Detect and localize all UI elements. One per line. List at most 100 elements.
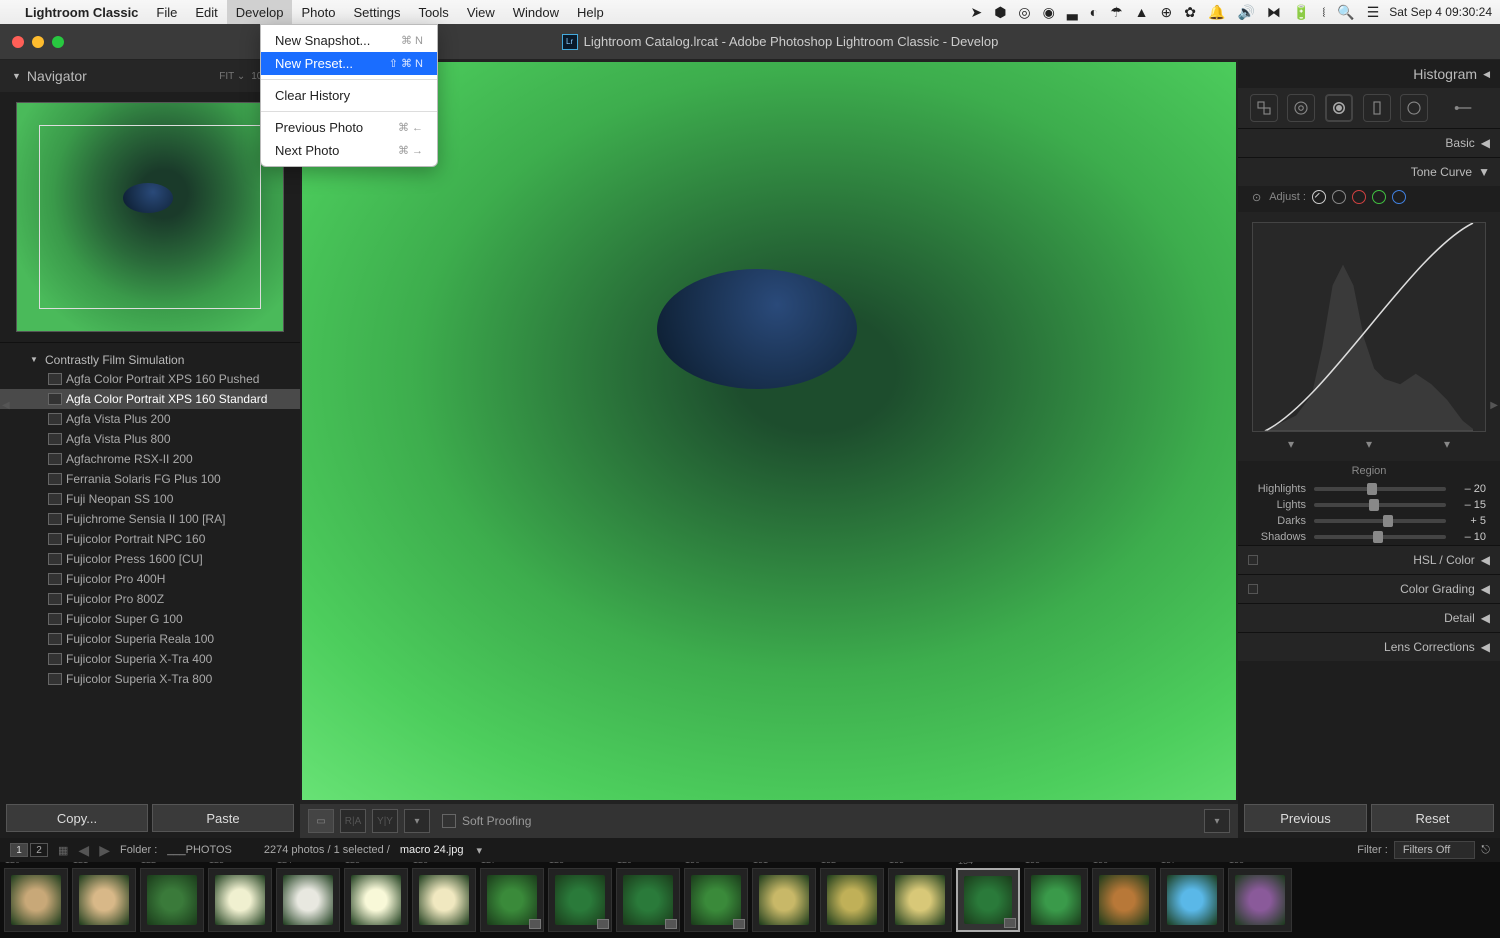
folder-name[interactable]: ___PHOTOS [167, 844, 232, 856]
menu-develop[interactable]: Develop [227, 0, 293, 24]
nav-forward-icon[interactable]: ▶ [99, 842, 110, 859]
moon-icon[interactable]: ◐ [1084, 4, 1104, 20]
filmstrip-thumb[interactable]: 121 [72, 868, 136, 932]
layout-2[interactable]: 2 [30, 843, 48, 857]
tone-curve-header[interactable]: Tone Curve▼ [1238, 158, 1500, 186]
gradient-tool-icon[interactable] [1363, 94, 1391, 122]
heal-tool-icon[interactable] [1287, 94, 1315, 122]
preset-item[interactable]: Agfachrome RSX-II 200 [0, 449, 300, 469]
filmstrip-thumb[interactable]: 120 [4, 868, 68, 932]
menu-photo[interactable]: Photo [292, 0, 344, 24]
hsl-header[interactable]: HSL / Color◀ [1238, 546, 1500, 574]
flower-icon[interactable]: ✿ [1178, 4, 1202, 21]
close-window[interactable] [12, 36, 24, 48]
crop-tool-icon[interactable] [1250, 94, 1278, 122]
brush-tool-icon[interactable] [1438, 94, 1488, 122]
curve-red-icon[interactable] [1352, 190, 1366, 204]
wifi-icon[interactable]: ⧙ [1316, 4, 1331, 21]
curve-green-icon[interactable] [1372, 190, 1386, 204]
filmstrip-thumb[interactable]: 129 [616, 868, 680, 932]
curve-blue-icon[interactable] [1392, 190, 1406, 204]
fit-button[interactable]: FIT ⌄ [219, 71, 245, 82]
left-panel-toggle-icon[interactable]: ◀ [2, 400, 10, 411]
filmstrip-thumb[interactable]: 135 [1024, 868, 1088, 932]
curve-handle-icon[interactable]: ▾ [1288, 437, 1294, 451]
spotlight-icon[interactable]: 🔍 [1331, 4, 1360, 21]
curve-parametric-icon[interactable] [1312, 190, 1326, 204]
detail-header[interactable]: Detail◀ [1238, 604, 1500, 632]
menu-next-photo[interactable]: Next Photo⌘ → [261, 139, 437, 162]
tone-slider[interactable]: Highlights– 20 [1238, 481, 1500, 497]
minimize-window[interactable] [32, 36, 44, 48]
filmstrip-thumb[interactable]: 138 [1228, 868, 1292, 932]
filmstrip[interactable]: 1201211221231241251261271281291301311321… [0, 862, 1500, 938]
slider-thumb-icon[interactable] [1373, 531, 1383, 543]
right-panel-toggle-icon[interactable]: ▶ [1490, 400, 1498, 411]
soft-proof-checkbox[interactable] [442, 814, 456, 828]
preset-item[interactable]: Ferrania Solaris FG Plus 100 [0, 469, 300, 489]
filmstrip-thumb[interactable]: 122 [140, 868, 204, 932]
preset-item[interactable]: Agfa Color Portrait XPS 160 Pushed [0, 369, 300, 389]
app-menu[interactable]: Lightroom Classic [16, 0, 147, 24]
menu-new-preset[interactable]: New Preset...⇧ ⌘ N [261, 52, 437, 75]
filmstrip-thumb[interactable]: 132 [820, 868, 884, 932]
status-icon[interactable]: ◉ [1037, 4, 1061, 21]
filmstrip-thumb[interactable]: 126 [412, 868, 476, 932]
filter-select[interactable]: Filters Off [1394, 841, 1475, 859]
location-icon[interactable]: ➤ [964, 4, 988, 21]
display-icon[interactable]: ▃ [1061, 4, 1084, 21]
basic-header[interactable]: Basic◀ [1238, 129, 1500, 157]
umbrella-icon[interactable]: ☂ [1104, 4, 1129, 21]
filter-lock-icon[interactable]: ⎋ [1481, 844, 1490, 857]
compare-icon[interactable]: Y|Y [372, 809, 398, 833]
paste-button[interactable]: Paste [152, 804, 294, 832]
curve-handle-icon[interactable]: ▾ [1366, 437, 1372, 451]
layout-1[interactable]: 1 [10, 843, 28, 857]
menu-view[interactable]: View [458, 0, 504, 24]
preset-item[interactable]: Agfa Vista Plus 200 [0, 409, 300, 429]
tone-slider[interactable]: Shadows– 10 [1238, 529, 1500, 545]
curve-point-icon[interactable] [1332, 190, 1346, 204]
grid-view-icon[interactable]: ▦ [58, 844, 68, 857]
navigator-preview[interactable] [16, 102, 284, 332]
menubar-clock[interactable]: Sat Sep 4 09:30:24 [1385, 5, 1492, 19]
menu-tools[interactable]: Tools [409, 0, 457, 24]
control-center-icon[interactable]: ☰ [1361, 4, 1386, 21]
tone-slider[interactable]: Lights– 15 [1238, 497, 1500, 513]
preset-item[interactable]: Fujicolor Pro 800Z [0, 589, 300, 609]
preset-item[interactable]: Fujicolor Superia X-Tra 800 [0, 669, 300, 689]
filmstrip-thumb[interactable]: 123 [208, 868, 272, 932]
menu-new-snapshot[interactable]: New Snapshot...⌘ N [261, 29, 437, 52]
copy-button[interactable]: Copy... [6, 804, 148, 832]
filmstrip-thumb[interactable]: 127 [480, 868, 544, 932]
reset-button[interactable]: Reset [1371, 804, 1494, 832]
main-image[interactable] [302, 62, 1236, 800]
preset-item[interactable]: Agfa Color Portrait XPS 160 Standard [0, 389, 300, 409]
curve-handle-icon[interactable]: ▾ [1444, 437, 1450, 451]
menu-previous-photo[interactable]: Previous Photo⌘ ← [261, 116, 437, 139]
filmstrip-thumb[interactable]: 134 [956, 868, 1020, 932]
redeye-tool-icon[interactable] [1325, 94, 1353, 122]
navigator-header[interactable]: ▼ Navigator FIT ⌄ 100% ⌄ [0, 60, 300, 92]
preset-item[interactable]: Agfa Vista Plus 800 [0, 429, 300, 449]
menu-edit[interactable]: Edit [186, 0, 226, 24]
filmstrip-thumb[interactable]: 125 [344, 868, 408, 932]
filmstrip-thumb[interactable]: 131 [752, 868, 816, 932]
toolbar-more-icon[interactable]: ▾ [1204, 809, 1230, 833]
filmstrip-thumb[interactable]: 128 [548, 868, 612, 932]
filmstrip-thumb[interactable]: 124 [276, 868, 340, 932]
preset-item[interactable]: Fujichrome Sensia II 100 [RA] [0, 509, 300, 529]
nav-back-icon[interactable]: ◀ [78, 842, 89, 859]
bell-icon[interactable]: 🔔 [1202, 4, 1231, 21]
menu-window[interactable]: Window [504, 0, 568, 24]
radial-tool-icon[interactable] [1400, 94, 1428, 122]
tone-slider[interactable]: Darks+ 5 [1238, 513, 1500, 529]
volume-icon[interactable]: 🔊 [1231, 4, 1260, 21]
preset-group[interactable]: ▼Contrastly Film Simulation [0, 347, 300, 369]
cc-icon[interactable]: ◎ [1012, 4, 1036, 21]
color-grading-header[interactable]: Color Grading◀ [1238, 575, 1500, 603]
previous-button[interactable]: Previous [1244, 804, 1367, 832]
before-after-icon[interactable]: R|A [340, 809, 366, 833]
menu-clear-history[interactable]: Clear History [261, 84, 437, 107]
preset-item[interactable]: Fujicolor Press 1600 [CU] [0, 549, 300, 569]
